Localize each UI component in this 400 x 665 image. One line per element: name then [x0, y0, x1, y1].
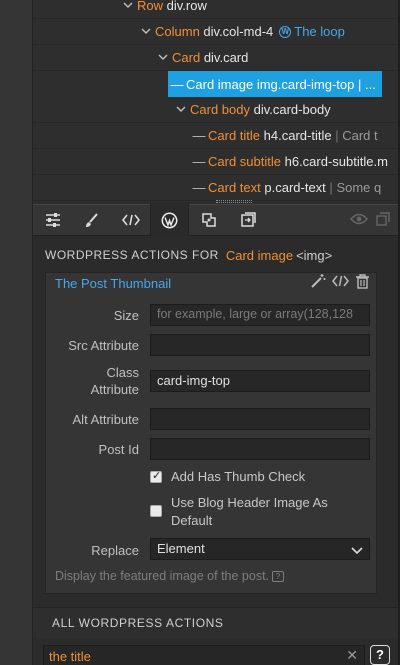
- alt-attribute-label: Alt Attribute: [72, 412, 139, 427]
- panel-element-tag: <img>: [296, 247, 333, 263]
- dash-icon: —: [192, 180, 206, 195]
- tree-kind: Card title: [208, 128, 261, 143]
- tree-row-card-subtitle[interactable]: — Card subtitle h6.card-subtitle.m: [33, 149, 398, 175]
- duplicate-icon[interactable]: [376, 211, 390, 229]
- wordpress-icon: W: [279, 25, 292, 38]
- tree-tag: div.row: [166, 0, 207, 13]
- description-text: Display the featured image of the post.: [55, 569, 270, 583]
- panel-header-title: WORDPRESS ACTIONS FOR: [45, 248, 219, 262]
- action-card: The Post Thumbnail Size for example, lar…: [45, 272, 377, 594]
- panel-toolbar: [33, 204, 398, 236]
- tree-more: ...: [365, 76, 376, 92]
- tree-tag: div.card: [203, 50, 249, 65]
- eye-icon[interactable]: [350, 213, 368, 228]
- tree-kind: Card subtitle: [208, 154, 281, 169]
- size-input[interactable]: for example, large or array(128,128: [150, 304, 370, 326]
- tree-extra: The loop: [294, 24, 345, 39]
- action-description: Display the featured image of the post.?: [55, 569, 285, 583]
- thumb-check-label: Add Has Thumb Check: [171, 469, 306, 484]
- tree-row-card-title[interactable]: — Card title h4.card-title | Card t: [33, 123, 398, 149]
- thumb-check-checkbox[interactable]: [150, 469, 162, 483]
- code-icon[interactable]: [332, 275, 349, 290]
- tree-kind: Card: [172, 50, 201, 65]
- src-attribute-label: Src Attribute: [68, 338, 139, 353]
- replace-value: Element: [157, 541, 205, 556]
- tree-tag: div.card-body: [253, 102, 331, 117]
- trash-icon[interactable]: [355, 273, 370, 292]
- tree-tag: div.col-md-4: [203, 24, 274, 39]
- brush-icon[interactable]: [72, 204, 111, 236]
- tree-sep: |: [329, 180, 333, 195]
- tree-row-card-body[interactable]: Card body div.card-body: [33, 97, 398, 123]
- tree-row-card[interactable]: Card div.card: [33, 45, 398, 71]
- element-tree[interactable]: Row div.row Column div.col-md-4 W The loop…: [33, 0, 398, 202]
- left-strip: [0, 0, 33, 665]
- tree-tag: p.card-text: [264, 180, 326, 195]
- library-icon[interactable]: [228, 204, 267, 236]
- tree-kind: Row: [137, 0, 164, 13]
- tree-row-row[interactable]: Row div.row: [33, 0, 398, 19]
- chevron-down-icon[interactable]: [119, 0, 137, 12]
- tree-more: Some q: [336, 180, 382, 195]
- tree-tag: h4.card-title: [263, 128, 332, 143]
- all-actions-header: ALL WORDPRESS ACTIONS: [33, 608, 398, 638]
- actions-search-input[interactable]: the title ✕: [43, 645, 365, 665]
- action-card-icons: [310, 273, 370, 292]
- tree-row-card-image[interactable]: — Card image img.card-img-top | ...: [33, 71, 398, 97]
- chevron-down-icon[interactable]: [172, 104, 190, 116]
- tree-more: Card t: [342, 128, 378, 143]
- action-title[interactable]: The Post Thumbnail: [55, 276, 171, 291]
- replace-label: Replace: [91, 543, 139, 558]
- tree-sep: |: [357, 76, 362, 92]
- dash-icon: —: [192, 128, 206, 143]
- size-label: Size: [113, 308, 139, 323]
- post-id-label: Post Id: [98, 442, 139, 457]
- post-id-input[interactable]: [150, 438, 370, 460]
- tree-sep: |: [335, 128, 339, 143]
- chevron-down-icon: [351, 543, 363, 558]
- panel-element-name: Card image: [225, 247, 294, 263]
- code-icon[interactable]: [111, 204, 150, 236]
- class-attribute-label: Class Attribute: [90, 365, 139, 397]
- class-attribute-input[interactable]: card-img-top: [150, 370, 370, 392]
- tree-kind: Card text: [208, 180, 261, 195]
- help-icon[interactable]: ?: [272, 571, 285, 583]
- resize-handle[interactable]: [216, 200, 252, 203]
- alt-attribute-input[interactable]: [150, 408, 370, 430]
- chevron-down-icon[interactable]: [154, 52, 172, 64]
- replace-select[interactable]: Element: [150, 538, 370, 560]
- clear-icon[interactable]: ✕: [346, 647, 358, 664]
- all-actions-title: ALL WORDPRESS ACTIONS: [52, 616, 224, 630]
- wordpress-icon[interactable]: [150, 204, 189, 236]
- tree-kind: Card body: [190, 102, 250, 117]
- dash-icon: —: [192, 154, 206, 169]
- dash-icon: —: [170, 76, 184, 92]
- selected-node[interactable]: — Card image img.card-img-top | ...: [168, 71, 382, 97]
- src-attribute-input[interactable]: [150, 334, 370, 356]
- tree-row-column[interactable]: Column div.col-md-4 W The loop: [33, 19, 398, 45]
- blog-header-label: Use Blog Header Image As Default: [171, 495, 328, 528]
- tree-row-card-text[interactable]: — Card text p.card-text | Some q: [33, 175, 398, 201]
- blog-header-checkbox[interactable]: [150, 505, 162, 517]
- panel-header: WORDPRESS ACTIONS FOR Card image <img>: [33, 237, 398, 273]
- help-button[interactable]: ?: [370, 645, 390, 665]
- magic-wand-icon[interactable]: [310, 273, 326, 292]
- sliders-icon[interactable]: [33, 204, 72, 236]
- tree-kind: Card image: [186, 76, 254, 92]
- search-value: the title: [49, 649, 91, 664]
- component-icon[interactable]: [189, 204, 228, 236]
- tree-tag: img.card-img-top: [256, 76, 355, 92]
- chevron-down-icon[interactable]: [137, 26, 155, 38]
- tree-kind: Column: [155, 24, 200, 39]
- tree-tag: h6.card-subtitle.m: [284, 154, 388, 169]
